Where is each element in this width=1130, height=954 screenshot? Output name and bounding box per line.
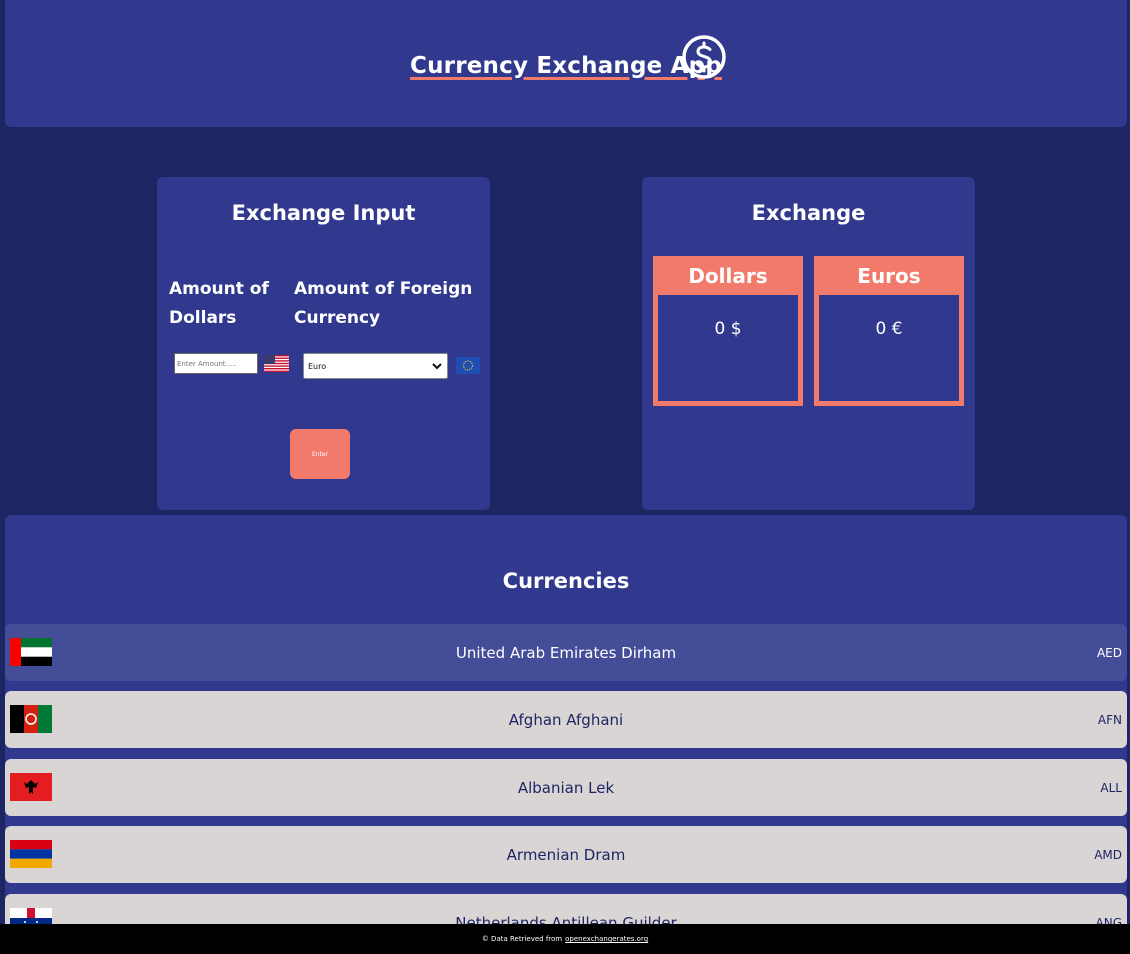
currency-row-aed[interactable]: United Arab Emirates Dirham AED (5, 624, 1127, 681)
dollars-value: 0 $ (714, 319, 742, 339)
currency-name: United Arab Emirates Dirham (455, 643, 677, 662)
eu-flag-icon (456, 357, 480, 374)
app-title: Currency Exchange App (410, 52, 722, 79)
currency-name: Albanian Lek (517, 778, 615, 797)
exchange-title: Exchange (751, 201, 866, 225)
dollars-header: Dollars (688, 264, 768, 288)
amount-foreign-label: Amount of Foreign Currency (294, 279, 473, 328)
amount-input[interactable] (174, 353, 258, 374)
exchange-input-panel: Exchange Input Amount of Dollars Amount … (157, 177, 490, 510)
euros-header: Euros (857, 264, 921, 288)
currency-code: AED (1096, 645, 1122, 660)
currency-code: ALL (1100, 780, 1122, 795)
currency-code: AMD (1094, 847, 1122, 862)
chevron-down-icon (432, 363, 442, 370)
currency-name: Armenian Dram (506, 845, 626, 864)
exchange-panel: Exchange Dollars 0 $ Euros 0 € (642, 177, 975, 510)
currency-select-value: Euro (308, 361, 327, 371)
currency-row-all[interactable]: Albanian Lek ALL (5, 759, 1127, 816)
footer-text: © Data Retrieved from (481, 935, 563, 943)
currencies-section: Currencies United Arab Emirates Dirham A… (5, 515, 1127, 954)
currency-select[interactable]: Euro (303, 353, 448, 379)
exchange-input-title: Exchange Input (231, 201, 416, 225)
currency-row-amd[interactable]: Armenian Dram AMD (5, 826, 1127, 883)
currency-row-afn[interactable]: Afghan Afghani AFN (5, 691, 1127, 748)
currency-code: AFN (1097, 712, 1122, 727)
currency-name: Afghan Afghani (508, 710, 624, 729)
app-header: Currency Exchange App (5, 0, 1127, 127)
amount-dollars-label: Amount of Dollars (169, 279, 269, 328)
us-flag-icon (264, 355, 289, 372)
footer: © Data Retrieved from openexchangerates.… (0, 924, 1130, 954)
euros-value: 0 € (875, 319, 903, 339)
dollars-value-area: 0 $ (658, 295, 798, 401)
enter-button[interactable]: Enter (290, 429, 350, 479)
dollar-circle-icon (682, 35, 726, 79)
euros-value-area: 0 € (819, 295, 959, 401)
footer-link[interactable]: openexchangerates.org (565, 935, 648, 943)
currencies-title: Currencies (502, 569, 630, 593)
dollars-box: Dollars 0 $ (653, 256, 803, 406)
euros-box: Euros 0 € (814, 256, 964, 406)
